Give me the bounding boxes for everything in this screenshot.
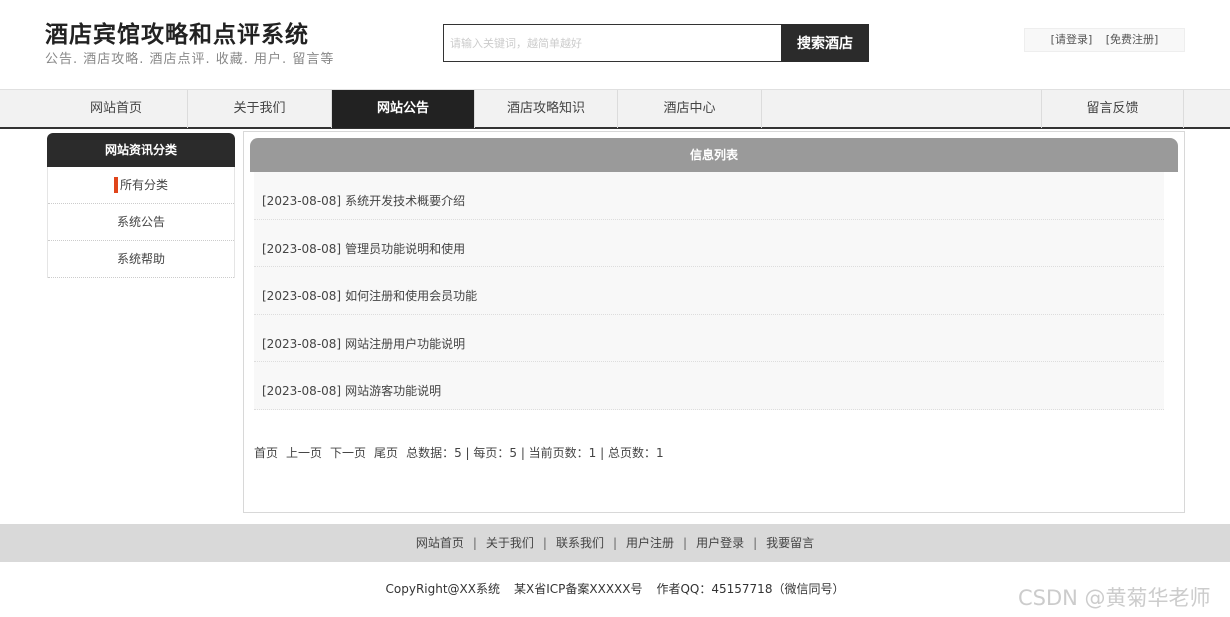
pager-first-link[interactable]: 首页 bbox=[254, 446, 278, 460]
footer-separator: | bbox=[753, 536, 758, 550]
sidebar-item-label: 系统公告 bbox=[116, 215, 165, 229]
pager-info: 总数据：5 | 每页：5 | 当前页数：1 | 总页数：1 bbox=[406, 446, 664, 460]
info-list: [2023-08-08] 系统开发技术概要介绍 [2023-08-08] 管理员功能… bbox=[254, 172, 1164, 410]
category-sidebar: 网站资讯分类 所有分类 系统公告 系统帮助 bbox=[47, 133, 235, 278]
nav-item-feedback[interactable]: 留言反馈 bbox=[1041, 90, 1184, 128]
footer-separator: | bbox=[472, 536, 477, 550]
info-list-panel: 信息列表 [2023-08-08] 系统开发技术概要介绍 [2023-08-08]… bbox=[243, 131, 1185, 513]
sidebar-item-label: 所有分类 bbox=[119, 178, 168, 192]
author-text: 作者QQ：45157718（微信同号） bbox=[656, 582, 845, 596]
nav-item-about[interactable]: 关于我们 bbox=[188, 90, 332, 128]
search-hotel-button[interactable]: 搜索酒店 bbox=[781, 24, 869, 62]
nav-item-hotels[interactable]: 酒店中心 bbox=[618, 90, 762, 128]
pager: 首页 上一页 下一页 尾页 总数据：5 | 每页：5 | 当前页数：1 | 总页数：1 bbox=[254, 444, 664, 461]
footer-link-home[interactable]: 网站首页 bbox=[416, 536, 464, 550]
watermark: CSDN @黄菊华老师 bbox=[1018, 586, 1211, 610]
item-title: 管理员功能说明和使用 bbox=[345, 241, 466, 256]
site-subtitle: 公告. 酒店攻略. 酒店点评. 收藏. 用户. 留言等 bbox=[45, 52, 335, 67]
nav-item-notices[interactable]: 网站公告 bbox=[332, 90, 475, 128]
list-item[interactable]: [2023-08-08] 网站注册用户功能说明 bbox=[254, 314, 1164, 363]
sidebar-item-system-help[interactable]: 系统帮助 bbox=[48, 241, 234, 278]
pager-last-link[interactable]: 尾页 bbox=[374, 446, 398, 460]
sidebar-item-label: 系统帮助 bbox=[116, 252, 165, 266]
item-date: [2023-08-08] bbox=[262, 289, 342, 304]
list-item[interactable]: [2023-08-08] 系统开发技术概要介绍 bbox=[254, 172, 1164, 220]
auth-links: [请登录] [免费注册] bbox=[1024, 28, 1185, 52]
register-link[interactable]: [免费注册] bbox=[1106, 33, 1159, 46]
search-box bbox=[443, 24, 782, 62]
copyright-text: CopyRight@XX系统 bbox=[385, 582, 500, 596]
item-date: [2023-08-08] bbox=[262, 384, 342, 399]
main-nav: 网站首页 关于我们 网站公告 酒店攻略知识 酒店中心 留言反馈 bbox=[0, 89, 1230, 129]
list-item[interactable]: [2023-08-08] 如何注册和使用会员功能 bbox=[254, 267, 1164, 315]
footer-link-about[interactable]: 关于我们 bbox=[486, 536, 534, 550]
nav-item-home[interactable]: 网站首页 bbox=[45, 90, 188, 128]
search-input[interactable] bbox=[444, 25, 782, 61]
footer-link-contact[interactable]: 联系我们 bbox=[556, 536, 604, 550]
footer-link-message[interactable]: 我要留言 bbox=[766, 536, 814, 550]
active-marker bbox=[113, 176, 118, 193]
list-item[interactable]: [2023-08-08] 管理员功能说明和使用 bbox=[254, 219, 1164, 268]
sidebar-list: 所有分类 系统公告 系统帮助 bbox=[47, 167, 235, 278]
sidebar-item-all[interactable]: 所有分类 bbox=[48, 167, 234, 204]
footer-separator: | bbox=[612, 536, 618, 550]
item-title: 系统开发技术概要介绍 bbox=[345, 194, 466, 208]
footer-link-register[interactable]: 用户注册 bbox=[626, 536, 674, 550]
login-link[interactable]: [请登录] bbox=[1051, 33, 1093, 46]
site-header: 酒店宾馆攻略和点评系统 公告. 酒店攻略. 酒店点评. 收藏. 用户. 留言等 … bbox=[0, 0, 1230, 89]
pager-next-link[interactable]: 下一页 bbox=[330, 446, 366, 460]
panel-title: 信息列表 bbox=[250, 138, 1178, 172]
item-title: 如何注册和使用会员功能 bbox=[345, 289, 478, 304]
sidebar-item-system-notices[interactable]: 系统公告 bbox=[48, 204, 234, 241]
pager-prev-link[interactable]: 上一页 bbox=[286, 446, 322, 460]
sidebar-title: 网站资讯分类 bbox=[47, 133, 235, 167]
icp-text: 某X省ICP备案XXXXX号 bbox=[514, 582, 643, 596]
footer-separator: | bbox=[542, 536, 547, 550]
item-title: 网站注册用户功能说明 bbox=[345, 336, 466, 351]
footer-link-login[interactable]: 用户登录 bbox=[696, 536, 744, 550]
footer-separator: | bbox=[683, 536, 688, 550]
item-date: [2023-08-08] bbox=[262, 241, 342, 256]
item-title: 网站游客功能说明 bbox=[345, 384, 442, 399]
footer-links: 网站首页 | 关于我们 | 联系我们 | 用户注册 | 用户登录 | 我要留言 bbox=[0, 524, 1230, 562]
item-date: [2023-08-08] bbox=[262, 194, 342, 208]
nav-item-guides[interactable]: 酒店攻略知识 bbox=[475, 90, 618, 128]
site-title: 酒店宾馆攻略和点评系统 bbox=[45, 22, 309, 48]
item-date: [2023-08-08] bbox=[262, 336, 342, 351]
list-item[interactable]: [2023-08-08] 网站游客功能说明 bbox=[254, 362, 1164, 410]
